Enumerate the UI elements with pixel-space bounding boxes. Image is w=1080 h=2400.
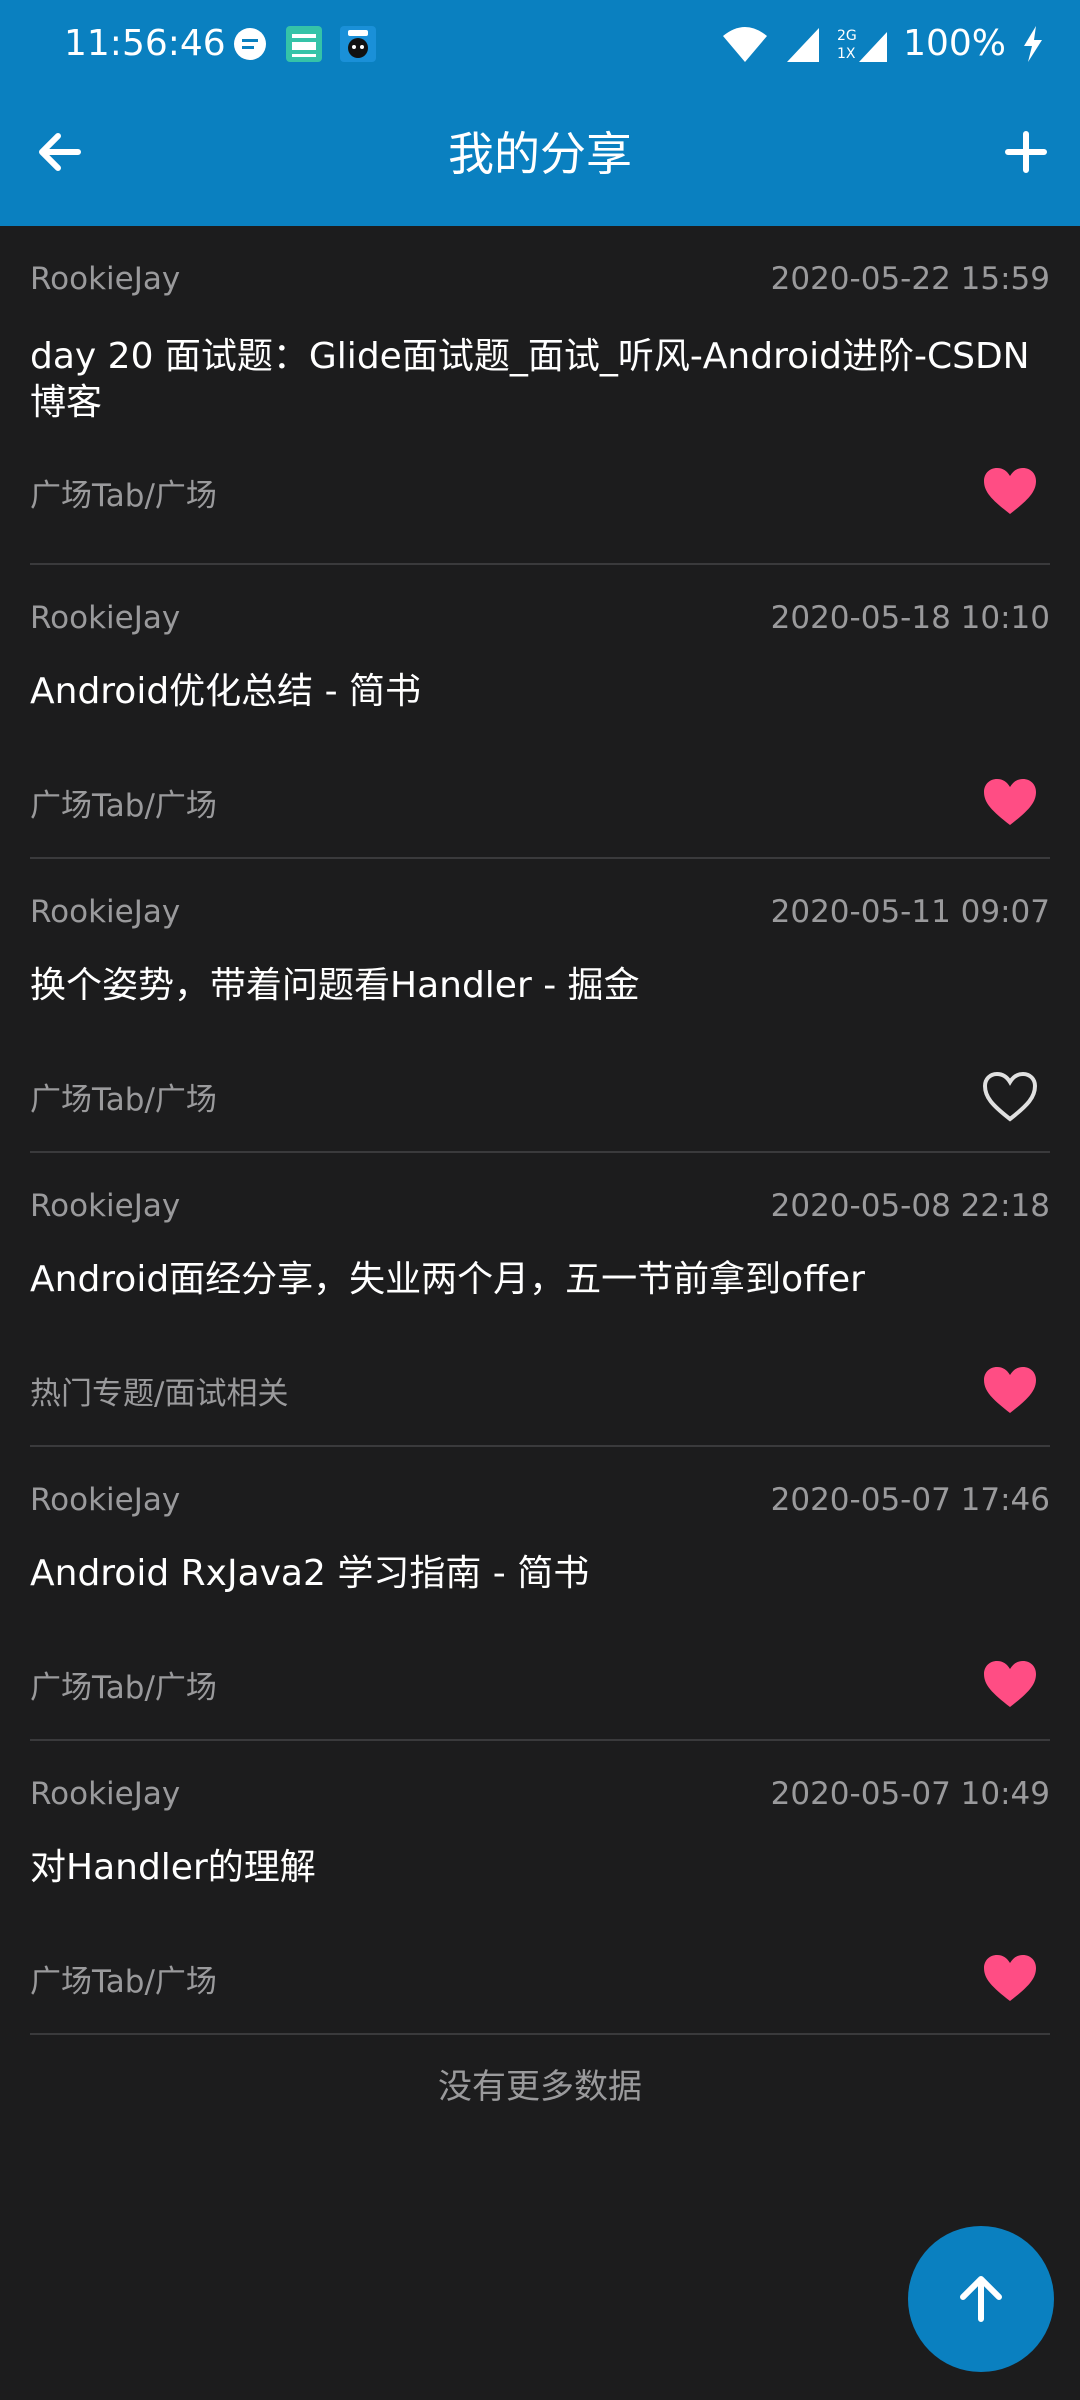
article-chapter[interactable]: 广场Tab/广场	[30, 476, 217, 516]
article-chapter[interactable]: 广场Tab/广场	[30, 1080, 217, 1120]
article-title[interactable]: 换个姿势，带着问题看Handler - 掘金	[30, 963, 1030, 1009]
article-item[interactable]: RookieJay 2020-05-07 10:49 对Handler的理解 广…	[30, 1741, 1050, 2035]
battery-percent: 100%	[903, 23, 1006, 64]
article-date: 2020-05-22 15:59	[770, 261, 1050, 297]
618-app-icon	[340, 26, 376, 62]
heart-icon[interactable]	[982, 1659, 1038, 1711]
article-title[interactable]: Android RxJava2 学习指南 - 简书	[30, 1551, 1030, 1597]
article-date: 2020-05-07 10:49	[770, 1776, 1050, 1812]
article-date: 2020-05-11 09:07	[770, 894, 1050, 930]
article-item[interactable]: RookieJay 2020-05-18 10:10 Android优化总结 -…	[30, 565, 1050, 859]
article-item[interactable]: RookieJay 2020-05-07 17:46 Android RxJav…	[30, 1447, 1050, 1741]
page-title: 我的分享	[448, 127, 632, 181]
article-author[interactable]: RookieJay	[30, 1186, 180, 1226]
article-author[interactable]: RookieJay	[30, 259, 180, 299]
signal-icon	[787, 28, 820, 62]
notification-icons	[230, 24, 378, 64]
signal-2g-1x-icon: 2G 1X	[837, 28, 888, 62]
heart-icon[interactable]	[982, 1365, 1038, 1417]
no-more-data-label: 没有更多数据	[438, 2067, 642, 2107]
article-item[interactable]: RookieJay 2020-05-11 09:07 换个姿势，带着问题看Han…	[30, 859, 1050, 1153]
article-author[interactable]: RookieJay	[30, 892, 180, 932]
article-author[interactable]: RookieJay	[30, 1480, 180, 1520]
heart-outline-icon[interactable]	[982, 1071, 1038, 1123]
heart-icon[interactable]	[982, 777, 1038, 829]
status-bar: 11:56:46 2G 1X 100%	[0, 0, 1080, 90]
arrow-up-icon	[960, 2276, 1002, 2322]
article-title[interactable]: 对Handler的理解	[30, 1845, 1030, 1891]
app-bar: 我的分享	[0, 90, 1080, 226]
article-title[interactable]: day 20 面试题：Glide面试题_面试_听风-Android进阶-CSDN…	[30, 334, 1030, 426]
article-date: 2020-05-08 22:18	[770, 1188, 1050, 1224]
article-author[interactable]: RookieJay	[30, 1774, 180, 1814]
status-right: 2G 1X 100%	[721, 20, 1046, 68]
svg-text:1X: 1X	[837, 46, 856, 62]
article-chapter[interactable]: 热门专题/面试相关	[30, 1374, 288, 1414]
article-date: 2020-05-18 10:10	[770, 600, 1050, 636]
svg-text:2G: 2G	[837, 28, 857, 44]
message-icon	[234, 28, 266, 60]
heart-icon[interactable]	[982, 1953, 1038, 2005]
plus-icon[interactable]	[994, 120, 1058, 184]
status-time: 11:56:46	[64, 23, 226, 64]
header: 11:56:46 2G 1X 100% 我的分享	[0, 0, 1080, 226]
article-chapter[interactable]: 广场Tab/广场	[30, 786, 217, 826]
article-title[interactable]: Android优化总结 - 简书	[30, 669, 1030, 715]
heart-icon[interactable]	[982, 466, 1038, 518]
article-item[interactable]: RookieJay 2020-05-22 15:59 day 20 面试题：Gl…	[30, 226, 1050, 565]
article-item[interactable]: RookieJay 2020-05-08 22:18 Android面经分享，失…	[30, 1153, 1050, 1447]
scroll-to-top-button[interactable]	[908, 2226, 1054, 2372]
article-date: 2020-05-07 17:46	[770, 1482, 1050, 1518]
charging-icon	[1024, 26, 1042, 62]
shared-articles-list: RookieJay 2020-05-22 15:59 day 20 面试题：Gl…	[0, 226, 1080, 2035]
article-chapter[interactable]: 广场Tab/广场	[30, 1668, 217, 1708]
wifi-icon	[723, 27, 768, 62]
article-title[interactable]: Android面经分享，失业两个月，五一节前拿到offer	[30, 1257, 1030, 1303]
boss-app-icon	[286, 26, 322, 62]
article-author[interactable]: RookieJay	[30, 598, 180, 638]
article-chapter[interactable]: 广场Tab/广场	[30, 1962, 217, 2002]
